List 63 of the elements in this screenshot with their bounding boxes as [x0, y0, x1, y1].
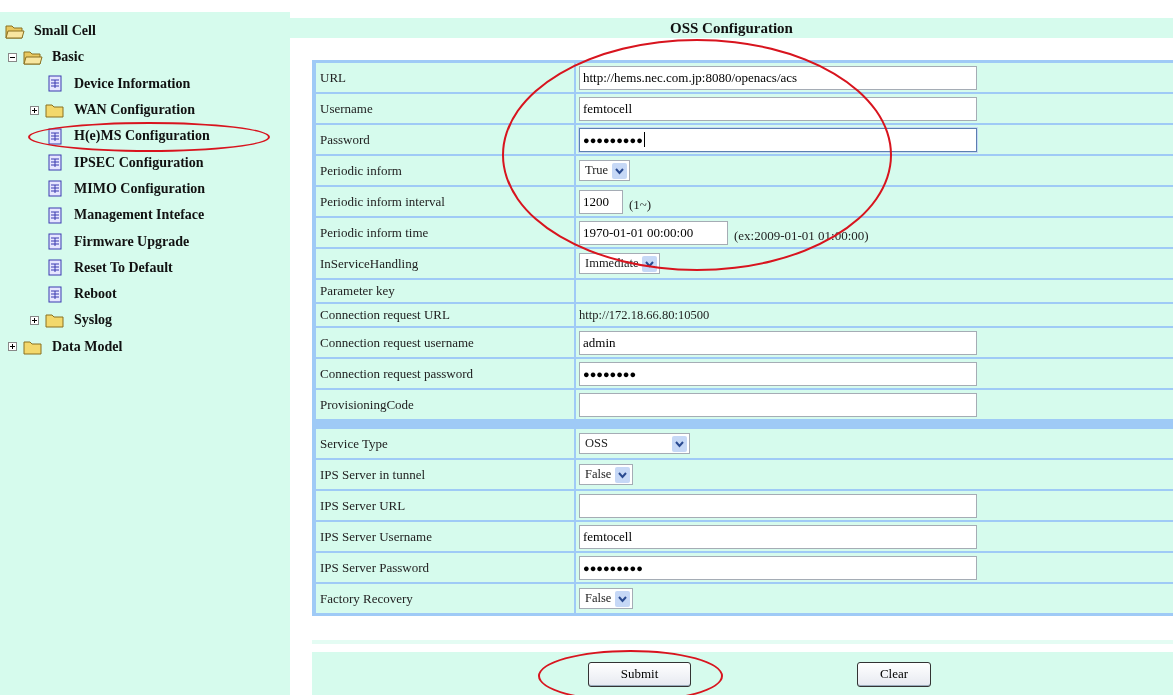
password-field[interactable]: ●●●●●●●●● [579, 127, 977, 152]
document-icon [48, 233, 62, 250]
field-label: Connection request username [316, 328, 574, 357]
input-field[interactable]: 1970-01-01 00:00:00 [579, 220, 728, 245]
field-label: Username [316, 94, 574, 123]
field-label: IPS Server in tunnel [316, 460, 574, 489]
input-field[interactable]: http://hems.nec.com.jp:8080/openacs/acs [579, 65, 977, 90]
hint-text: (1~) [629, 196, 652, 213]
tree-item[interactable]: MIMO Configuration [74, 180, 206, 196]
tree-item[interactable]: Data Model [52, 338, 123, 354]
field-label: Parameter key [316, 280, 574, 302]
field-label: Periodic inform time [316, 218, 574, 247]
field-label: Service Type [316, 429, 574, 458]
field-label: IPS Server Username [316, 522, 574, 551]
field-label: IPS Server Password [316, 553, 574, 582]
clear-button[interactable]: Clear [857, 661, 931, 687]
tree-item[interactable]: Syslog [74, 312, 113, 328]
collapse-icon[interactable] [8, 52, 17, 62]
tree-item[interactable]: Device Information [74, 75, 191, 91]
input-field[interactable]: femtocell [579, 524, 977, 549]
input-field[interactable] [579, 493, 977, 518]
field-label: Periodic inform [316, 156, 574, 185]
field-label: Connection request password [316, 359, 574, 388]
document-icon [48, 127, 62, 145]
tree-item[interactable]: Reboot [74, 286, 117, 302]
input-field[interactable]: admin [579, 330, 977, 355]
tree-item[interactable]: IPSEC Configuration [74, 154, 204, 170]
tree-item[interactable]: Firmware Upgrade [74, 233, 190, 249]
field-label: ProvisioningCode [316, 390, 574, 419]
field-label: InServiceHandling [316, 249, 574, 278]
page-title: OSS Configuration [290, 18, 1173, 38]
tree-item[interactable]: Basic [52, 49, 84, 65]
dropdown[interactable]: True [579, 160, 631, 181]
field-label: URL [316, 63, 574, 92]
field-label: Connection request URL [316, 304, 574, 326]
dropdown[interactable]: False [579, 588, 634, 609]
tree-item[interactable]: WAN Configuration [74, 102, 195, 118]
value-text: http://172.18.66.80:10500 [579, 307, 710, 323]
document-icon [48, 154, 62, 172]
expand-icon[interactable] [30, 105, 39, 115]
document-icon [48, 180, 62, 198]
document-icon [48, 259, 62, 277]
expand-icon[interactable] [30, 315, 39, 325]
document-icon [48, 285, 62, 303]
tree-item[interactable]: Small Cell [34, 23, 96, 39]
tree-item[interactable]: Management Inteface [74, 207, 205, 223]
input-field[interactable]: femtocell [579, 96, 977, 121]
dropdown[interactable]: OSS [579, 433, 690, 454]
field-label: IPS Server URL [316, 491, 574, 520]
input-field[interactable]: 1200 [579, 189, 623, 214]
expand-icon[interactable] [8, 342, 17, 352]
field-label: Password [316, 125, 574, 154]
password-field[interactable]: ●●●●●●●●● [579, 555, 977, 580]
document-icon [48, 75, 62, 93]
field-label: Periodic inform interval [316, 187, 574, 216]
document-icon [48, 206, 62, 224]
tree-item[interactable]: Reset To Default [74, 259, 173, 275]
dropdown[interactable]: False [579, 464, 634, 485]
password-field[interactable]: ●●●●●●●● [579, 361, 977, 386]
submit-button[interactable]: Submit [588, 661, 691, 687]
tree-item[interactable]: H(e)MS Configuration [74, 128, 210, 144]
input-field[interactable] [579, 392, 977, 417]
field-label: Factory Recovery [316, 584, 574, 613]
